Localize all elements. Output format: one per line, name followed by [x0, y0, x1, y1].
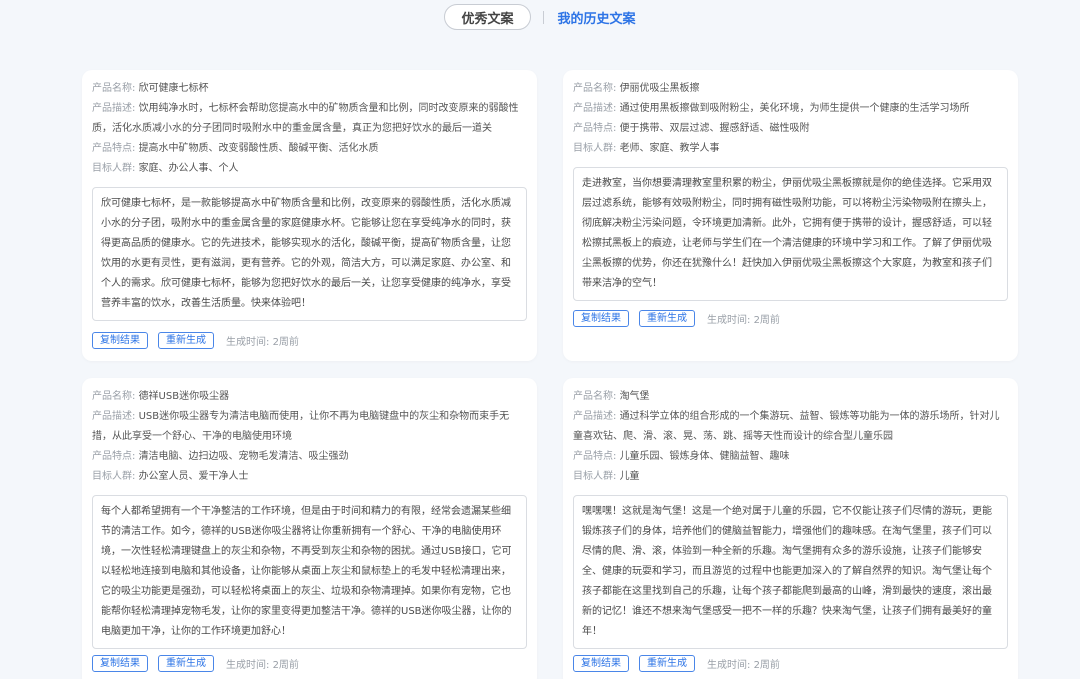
generated-copy-box: 走进教室，当你想要清理教室里积累的粉尘，伊丽优吸尘黑板擦就是你的绝佳选择。它采用… [573, 167, 1008, 301]
time-label: 生成时间: [226, 337, 273, 348]
copy-result-button[interactable]: 复制结果 [573, 655, 629, 672]
product-features-row: 产品特点: 提高水中矿物质、改变弱酸性质、酸碱平衡、活化水质 [92, 139, 527, 159]
field-label: 产品特点: [92, 451, 139, 462]
generated-copy-box: 每个人都希望拥有一个干净整洁的工作环境，但是由于时间和精力的有限，经常会遗漏某些… [92, 495, 527, 649]
target-audience-row: 目标人群: 家庭、办公人事、个人 [92, 159, 527, 179]
target-audience: 家庭、办公人事、个人 [138, 163, 239, 174]
history-card: 产品名称: 伊丽优吸尘黑板擦 产品描述: 通过使用黑板擦做到吸附粉尘，美化环境，… [563, 70, 1018, 361]
history-card: 产品名称: 欣可健康七标杯 产品描述: 饮用纯净水时，七标杯会帮助您提高水中的矿… [82, 70, 537, 361]
product-features-row: 产品特点: 便于携带、双层过滤、握感舒适、磁性吸附 [573, 119, 1008, 139]
product-features-row: 产品特点: 清洁电脑、边扫边吸、宠物毛发清洁、吸尘强劲 [92, 447, 527, 467]
field-label: 产品描述: [92, 103, 139, 114]
copy-result-button[interactable]: 复制结果 [573, 310, 629, 327]
product-name: 德祥USB迷你吸尘器 [138, 391, 230, 402]
field-label: 目标人群: [92, 163, 139, 174]
product-name-row: 产品名称: 德祥USB迷你吸尘器 [92, 387, 527, 407]
card-actions: 复制结果 重新生成 生成时间: 2周前 [573, 310, 780, 327]
target-audience: 儿童 [619, 471, 640, 482]
product-desc: 通过科学立体的组合形成的一个集游玩、益智、锻炼等功能为一体的游乐场所，针对儿童喜… [573, 411, 1000, 442]
target-audience-row: 目标人群: 儿童 [573, 467, 1008, 487]
time-label: 生成时间: [707, 660, 754, 671]
history-card: 产品名称: 德祥USB迷你吸尘器 产品描述: USB迷你吸尘器专为清洁电脑而使用… [82, 378, 537, 679]
field-label: 产品名称: [92, 83, 139, 94]
product-name: 欣可健康七标杯 [138, 83, 209, 94]
tab-divider [542, 10, 544, 24]
product-desc-row: 产品描述: 饮用纯净水时，七标杯会帮助您提高水中的矿物质含量和比例，同时改变原来… [92, 99, 527, 139]
time-value: 2周前 [272, 337, 299, 348]
generated-time: 生成时间: 2周前 [707, 656, 780, 671]
tab-my-history-copy[interactable]: 我的历史文案 [558, 8, 636, 27]
target-audience-row: 目标人群: 老师、家庭、教学人事 [573, 139, 1008, 159]
time-value: 2周前 [272, 660, 299, 671]
tab-excellent-copy[interactable]: 优秀文案 [444, 4, 531, 30]
product-name-row: 产品名称: 伊丽优吸尘黑板擦 [573, 79, 1008, 99]
product-desc-row: 产品描述: 通过使用黑板擦做到吸附粉尘，美化环境，为师生提供一个健康的生活学习场… [573, 99, 1008, 119]
product-name-row: 产品名称: 欣可健康七标杯 [92, 79, 527, 99]
generated-time: 生成时间: 2周前 [226, 656, 299, 671]
tab-header: 优秀文案 我的历史文案 [0, 4, 1080, 30]
product-features: 清洁电脑、边扫边吸、宠物毛发清洁、吸尘强劲 [138, 451, 349, 462]
field-label: 产品名称: [573, 391, 620, 402]
field-label: 产品特点: [92, 143, 139, 154]
card-actions: 复制结果 重新生成 生成时间: 2周前 [573, 655, 780, 672]
generated-time: 生成时间: 2周前 [226, 333, 299, 348]
regenerate-button[interactable]: 重新生成 [639, 310, 695, 327]
product-desc: USB迷你吸尘器专为清洁电脑而使用，让你不再为电脑键盘中的灰尘和杂物而束手无措，… [92, 411, 510, 442]
time-label: 生成时间: [226, 660, 273, 671]
copy-result-button[interactable]: 复制结果 [92, 655, 148, 672]
field-label: 目标人群: [573, 471, 620, 482]
generated-copy-box: 嘿嘿嘿！这就是淘气堡！这是一个绝对属于儿童的乐园，它不仅能让孩子们尽情的游玩，更… [573, 495, 1008, 649]
card-actions: 复制结果 重新生成 生成时间: 2周前 [92, 655, 299, 672]
field-label: 目标人群: [92, 471, 139, 482]
product-desc: 通过使用黑板擦做到吸附粉尘，美化环境，为师生提供一个健康的生活学习场所 [619, 103, 970, 114]
product-features: 便于携带、双层过滤、握感舒适、磁性吸附 [619, 123, 810, 134]
target-audience: 办公室人员、爱干净人士 [138, 471, 249, 482]
field-label: 产品名称: [573, 83, 620, 94]
product-desc-row: 产品描述: USB迷你吸尘器专为清洁电脑而使用，让你不再为电脑键盘中的灰尘和杂物… [92, 407, 527, 447]
field-label: 产品描述: [573, 411, 620, 422]
generated-time: 生成时间: 2周前 [707, 311, 780, 326]
history-card: 产品名称: 淘气堡 产品描述: 通过科学立体的组合形成的一个集游玩、益智、锻炼等… [563, 378, 1018, 679]
time-value: 2周前 [753, 660, 780, 671]
field-label: 目标人群: [573, 143, 620, 154]
regenerate-button[interactable]: 重新生成 [158, 332, 214, 349]
product-name: 淘气堡 [619, 391, 650, 402]
target-audience: 老师、家庭、教学人事 [619, 143, 720, 154]
time-label: 生成时间: [707, 315, 754, 326]
product-name: 伊丽优吸尘黑板擦 [619, 83, 700, 94]
generated-copy-box: 欣可健康七标杯，是一款能够提高水中矿物质含量和比例，改变原来的弱酸性质，活化水质… [92, 187, 527, 321]
product-features: 提高水中矿物质、改变弱酸性质、酸碱平衡、活化水质 [138, 143, 379, 154]
field-label: 产品特点: [573, 451, 620, 462]
time-value: 2周前 [753, 315, 780, 326]
field-label: 产品特点: [573, 123, 620, 134]
product-features-row: 产品特点: 儿童乐园、锻炼身体、健脑益智、趣味 [573, 447, 1008, 467]
field-label: 产品描述: [92, 411, 139, 422]
regenerate-button[interactable]: 重新生成 [158, 655, 214, 672]
product-desc-row: 产品描述: 通过科学立体的组合形成的一个集游玩、益智、锻炼等功能为一体的游乐场所… [573, 407, 1008, 447]
regenerate-button[interactable]: 重新生成 [639, 655, 695, 672]
field-label: 产品名称: [92, 391, 139, 402]
card-actions: 复制结果 重新生成 生成时间: 2周前 [92, 332, 299, 349]
copy-result-button[interactable]: 复制结果 [92, 332, 148, 349]
product-features: 儿童乐园、锻炼身体、健脑益智、趣味 [619, 451, 790, 462]
target-audience-row: 目标人群: 办公室人员、爱干净人士 [92, 467, 527, 487]
product-desc: 饮用纯净水时，七标杯会帮助您提高水中的矿物质含量和比例，同时改变原来的弱酸性质，… [92, 103, 519, 134]
field-label: 产品描述: [573, 103, 620, 114]
product-name-row: 产品名称: 淘气堡 [573, 387, 1008, 407]
